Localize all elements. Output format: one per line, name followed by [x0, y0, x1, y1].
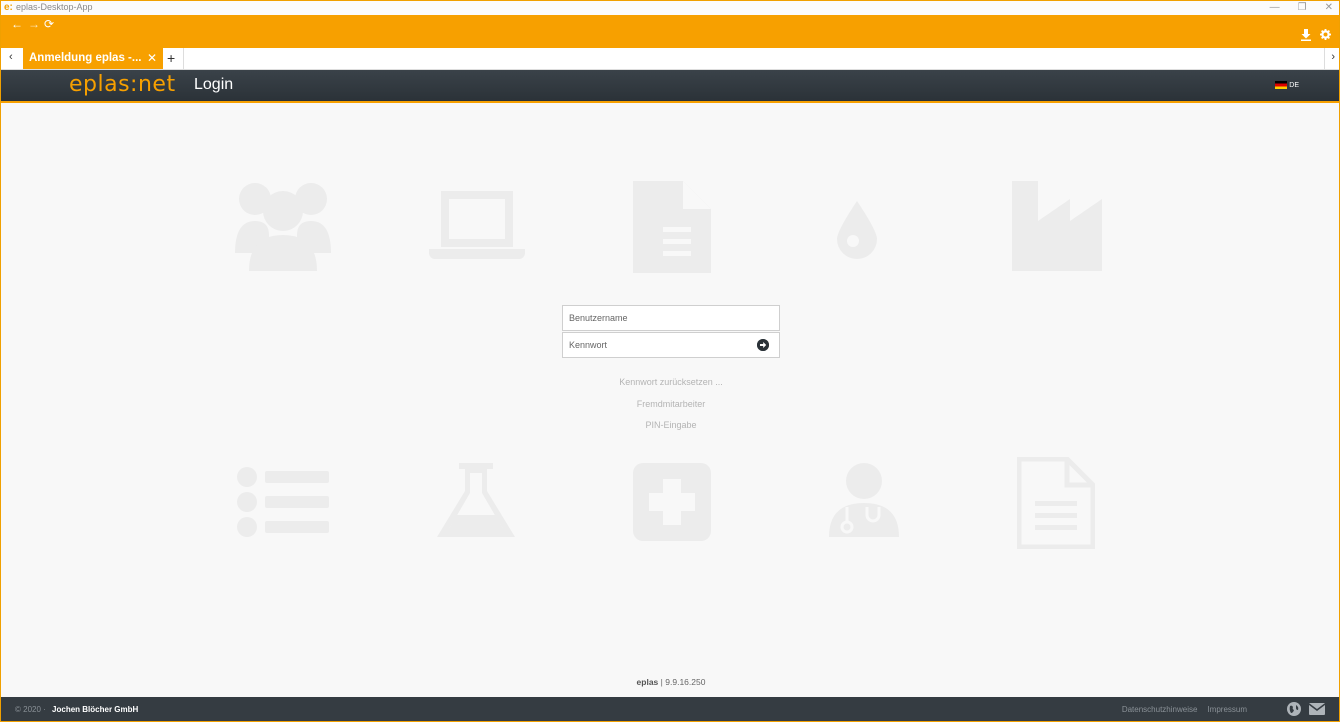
- external-staff-link[interactable]: Fremdmitarbeiter: [521, 399, 821, 409]
- navigation-bar: ← → ⟳: [1, 15, 1339, 48]
- footer-links: Datenschutzhinweise Impressum: [1122, 705, 1247, 714]
- tab-label: Anmeldung eplas -...: [29, 52, 142, 64]
- password-field: [562, 332, 780, 358]
- tab-close-button[interactable]: ✕: [147, 48, 157, 69]
- file-text-icon: [1017, 457, 1095, 549]
- forward-button[interactable]: →: [28, 17, 40, 31]
- laptop-icon: [429, 191, 525, 259]
- product-name: eplas: [636, 677, 659, 687]
- german-flag-icon: [1275, 81, 1288, 89]
- new-tab-button[interactable]: +: [167, 50, 175, 66]
- list-icon: [237, 467, 329, 537]
- close-window-button[interactable]: ✕: [1325, 1, 1333, 15]
- reset-password-link[interactable]: Kennwort zurücksetzen ...: [521, 377, 821, 387]
- version-number: 9.9.16.250: [665, 677, 706, 687]
- document-icon: [633, 181, 711, 273]
- app-header: eplas:net Login DE: [1, 70, 1339, 103]
- company-name: Jochen Blöcher GmbH: [52, 705, 139, 714]
- footer: © 2020 · Jochen Blöcher GmbH Datenschutz…: [1, 697, 1339, 721]
- eplas-logo: eplas:net: [69, 72, 176, 97]
- factory-icon: [1012, 181, 1102, 271]
- login-submit-button[interactable]: [757, 339, 769, 351]
- window-title: eplas-Desktop-App: [16, 2, 93, 12]
- medical-plus-icon: [633, 463, 711, 541]
- tab-divider-right: [1324, 48, 1325, 69]
- app-window: e: eplas-Desktop-App — ❐ ✕ ← → ⟳ ‹ Anmel…: [0, 0, 1340, 722]
- version-separator: |: [660, 677, 663, 687]
- restore-button[interactable]: ❐: [1298, 1, 1307, 15]
- title-bar: e: eplas-Desktop-App — ❐ ✕: [1, 1, 1339, 15]
- window-controls: — ❐ ✕: [1270, 1, 1333, 15]
- minimize-button[interactable]: —: [1270, 1, 1280, 15]
- back-button[interactable]: ←: [11, 17, 23, 31]
- tab-login[interactable]: Anmeldung eplas -... ✕: [23, 48, 163, 69]
- gear-icon[interactable]: [1320, 29, 1331, 43]
- version-info: eplas | 9.9.16.250: [571, 677, 771, 687]
- mail-icon[interactable]: [1308, 703, 1326, 717]
- privacy-link[interactable]: Datenschutzhinweise: [1122, 705, 1198, 714]
- arrow-circle-right-icon: [757, 339, 769, 351]
- tab-scroll-left-button[interactable]: ‹: [9, 51, 13, 63]
- language-code: DE: [1289, 81, 1299, 89]
- username-input[interactable]: [563, 306, 759, 330]
- copyright: © 2020 · Jochen Blöcher GmbH: [15, 705, 138, 714]
- app-icon: e:: [4, 2, 13, 13]
- language-selector[interactable]: DE: [1275, 81, 1299, 89]
- pin-entry-link[interactable]: PIN-Eingabe: [521, 420, 821, 430]
- login-form: [562, 305, 780, 358]
- copyright-text: © 2020 ·: [15, 705, 46, 714]
- globe-icon[interactable]: [1287, 702, 1301, 718]
- tab-scroll-right-button[interactable]: ›: [1331, 51, 1335, 63]
- imprint-link[interactable]: Impressum: [1207, 705, 1247, 714]
- reload-button[interactable]: ⟳: [44, 17, 54, 31]
- drop-icon: [837, 201, 877, 259]
- username-field: [562, 305, 780, 331]
- page-title: Login: [194, 76, 234, 93]
- flask-icon: [437, 463, 515, 537]
- tab-strip: ‹ Anmeldung eplas -... ✕ + ›: [1, 48, 1339, 70]
- download-icon[interactable]: [1301, 29, 1311, 44]
- users-icon: [235, 179, 331, 271]
- doctor-icon: [829, 463, 899, 537]
- password-input[interactable]: [563, 333, 759, 357]
- tab-divider: [183, 48, 184, 69]
